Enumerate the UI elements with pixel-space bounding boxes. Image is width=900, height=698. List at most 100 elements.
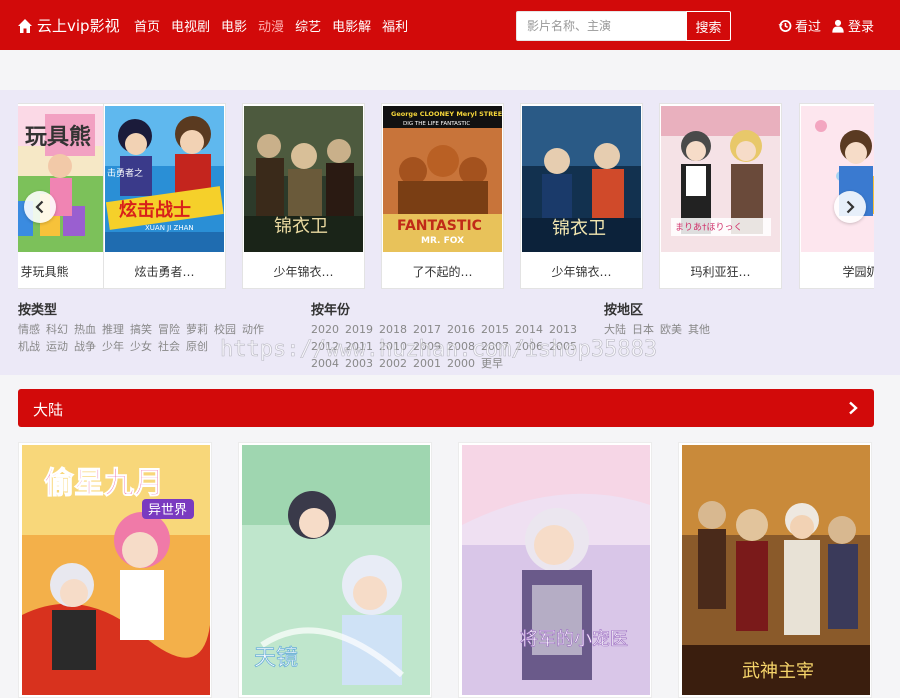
site-name: 云上vip影视 bbox=[37, 17, 120, 35]
poster-title-text: まりあ†ほりっく bbox=[675, 222, 743, 233]
video-card[interactable]: 将军的小宠医 bbox=[458, 442, 652, 698]
section-title: 大陆 bbox=[33, 401, 64, 419]
poster-subtitle-text: 异世界 bbox=[148, 503, 187, 518]
poster-wulin-icon: 武神主宰 bbox=[682, 445, 870, 695]
top-navbar: 云上vip影视 首页 电视剧 电影 动漫 综艺 电影解 福利 搜索 看过 登录 bbox=[0, 0, 900, 50]
filter-year-option[interactable]: 2016 bbox=[447, 321, 475, 338]
poster-maria-icon: まりあ†ほりっく bbox=[661, 106, 780, 252]
search-button[interactable]: 搜索 bbox=[686, 11, 731, 41]
poster-fantastic-fox-icon: George CLOONEY Meryl STREEP DIG THE LIFE… bbox=[383, 106, 502, 252]
filter-type-option[interactable]: 少年 bbox=[102, 338, 124, 355]
carousel-title: 少年锦衣… bbox=[551, 265, 612, 279]
filter-region-heading: 按地区 bbox=[604, 303, 644, 318]
filter-type-option[interactable]: 原创 bbox=[186, 338, 208, 355]
carousel-title: 少年锦衣… bbox=[273, 265, 334, 279]
poster-title-text: 锦衣卫 bbox=[274, 216, 328, 237]
poster-side-text: 击勇者之 bbox=[107, 167, 143, 179]
carousel-card[interactable]: 锦衣卫 少年锦衣… bbox=[242, 103, 365, 289]
filter-type-option[interactable]: 萝莉 bbox=[186, 321, 208, 338]
filter-type-option[interactable]: 热血 bbox=[74, 321, 96, 338]
history-label: 看过 bbox=[794, 20, 821, 35]
filter-year-option[interactable]: 2013 bbox=[549, 321, 577, 338]
video-card[interactable]: 偷星九月 异世界 bbox=[18, 442, 212, 698]
carousel-card[interactable]: 炫击战士 XUAN JI ZHAN 击勇者之 炫击勇者… bbox=[103, 103, 226, 289]
filter-region-option[interactable]: 欧美 bbox=[660, 321, 682, 338]
carousel-title: 芽玩具熊 bbox=[20, 265, 69, 279]
home-icon bbox=[18, 18, 32, 33]
history-icon bbox=[778, 19, 792, 32]
filter-type-option[interactable]: 动作 bbox=[242, 321, 264, 338]
filter-region-option[interactable]: 大陆 bbox=[604, 321, 626, 338]
site-logo[interactable]: 云上vip影视 bbox=[17, 15, 120, 36]
poster-subtitle-text: MR. FOX bbox=[421, 236, 464, 246]
filter-type-option[interactable]: 运动 bbox=[46, 338, 68, 355]
filter-region-options: 大陆 日本 欧美 其他 bbox=[604, 321, 874, 338]
carousel-card[interactable]: George CLOONEY Meryl STREEP DIG THE LIFE… bbox=[381, 103, 504, 289]
video-card[interactable]: 天镜 bbox=[238, 442, 432, 698]
filter-year-option[interactable]: 2018 bbox=[379, 321, 407, 338]
watermark: https://www.huzhan.com/ishop35883 bbox=[220, 337, 658, 363]
carousel-card[interactable]: まりあ†ほりっく 玛利亚狂… bbox=[659, 103, 782, 289]
filter-type-option[interactable]: 推理 bbox=[102, 321, 124, 338]
filter-type-option[interactable]: 搞笑 bbox=[130, 321, 152, 338]
poster-title-text: 武神主宰 bbox=[742, 661, 814, 682]
poster-hero-icon: 炫击战士 XUAN JI ZHAN 击勇者之 bbox=[105, 106, 224, 252]
chevron-right-icon[interactable] bbox=[846, 400, 860, 416]
filter-type-heading: 按类型 bbox=[18, 303, 58, 318]
filter-type-option[interactable]: 情感 bbox=[18, 321, 40, 338]
filter-year-option[interactable]: 2020 bbox=[311, 321, 339, 338]
user-links: 看过 登录 bbox=[778, 16, 874, 35]
carousel-title: 学园奶 bbox=[842, 265, 874, 279]
poster-jinyi-icon: 锦衣卫 bbox=[522, 106, 641, 252]
carousel-prev-button[interactable] bbox=[24, 191, 56, 223]
filter-type-option[interactable]: 社会 bbox=[158, 338, 180, 355]
video-card[interactable]: 武神主宰 bbox=[678, 442, 872, 698]
nav-variety[interactable]: 综艺 bbox=[295, 16, 321, 35]
carousel-card[interactable]: 学园奶 bbox=[799, 103, 874, 289]
nav-movie-explained[interactable]: 电影解 bbox=[332, 16, 371, 35]
poster-title-text: 偷星九月 bbox=[44, 466, 164, 501]
filter-type-option[interactable]: 少女 bbox=[130, 338, 152, 355]
filter-type-option[interactable]: 科幻 bbox=[46, 321, 68, 338]
carousel-title: 炫击勇者… bbox=[134, 265, 195, 279]
svg-text:玩具熊: 玩具熊 bbox=[25, 124, 91, 150]
poster-toujin-icon: 偷星九月 异世界 bbox=[22, 445, 210, 695]
poster-subtitle-text: XUAN JI ZHAN bbox=[145, 224, 194, 232]
filter-type-option[interactable]: 战争 bbox=[74, 338, 96, 355]
carousel-next-button[interactable] bbox=[834, 191, 866, 223]
history-link[interactable]: 看过 bbox=[778, 16, 821, 35]
poster-tagline-text: DIG THE LIFE FANTASTIC bbox=[403, 121, 470, 127]
poster-title-text: 锦衣卫 bbox=[552, 218, 606, 239]
login-link[interactable]: 登录 bbox=[831, 16, 874, 35]
poster-toy-bear-icon: 玩具熊 bbox=[18, 106, 104, 252]
filter-year-option[interactable]: 2014 bbox=[515, 321, 543, 338]
filter-type-option[interactable]: 冒险 bbox=[158, 321, 180, 338]
nav-anime[interactable]: 动漫 bbox=[258, 16, 284, 35]
filter-year-option[interactable]: 2017 bbox=[413, 321, 441, 338]
search-input[interactable] bbox=[516, 11, 686, 41]
nav-home[interactable]: 首页 bbox=[134, 16, 160, 35]
filter-year-option[interactable]: 2015 bbox=[481, 321, 509, 338]
poster-title-text: 炫击战士 bbox=[119, 199, 191, 221]
nav-welfare[interactable]: 福利 bbox=[382, 16, 408, 35]
filter-type-option[interactable]: 校园 bbox=[214, 321, 236, 338]
poster-actors-text: George CLOONEY Meryl STREEP bbox=[391, 110, 502, 118]
poster-jiangjun-icon: 将军的小宠医 bbox=[462, 445, 650, 695]
poster-school-icon bbox=[801, 106, 874, 252]
chevron-right-icon bbox=[846, 200, 855, 214]
login-label: 登录 bbox=[847, 20, 874, 35]
nav-movie[interactable]: 电影 bbox=[221, 16, 247, 35]
poster-carousel: 玩具熊 芽玩具熊 炫击战士 XUAN JI ZHAN 击勇者之 炫击勇者… 锦衣… bbox=[18, 103, 874, 289]
search-box: 搜索 bbox=[516, 11, 731, 41]
carousel-card[interactable]: 锦衣卫 少年锦衣… bbox=[520, 103, 643, 289]
filter-year-option[interactable]: 2019 bbox=[345, 321, 373, 338]
carousel-title: 了不起的… bbox=[412, 265, 473, 279]
filter-year-heading: 按年份 bbox=[311, 303, 351, 318]
filter-type-option[interactable]: 机战 bbox=[18, 338, 40, 355]
filter-region-option[interactable]: 其他 bbox=[688, 321, 710, 338]
poster-title-text: 天镜 bbox=[254, 646, 298, 671]
filter-region-option[interactable]: 日本 bbox=[632, 321, 654, 338]
filter-by-region: 按地区 大陆 日本 欧美 其他 bbox=[604, 302, 874, 338]
nav-tv[interactable]: 电视剧 bbox=[171, 16, 210, 35]
poster-title-text: 将军的小宠医 bbox=[520, 629, 628, 650]
